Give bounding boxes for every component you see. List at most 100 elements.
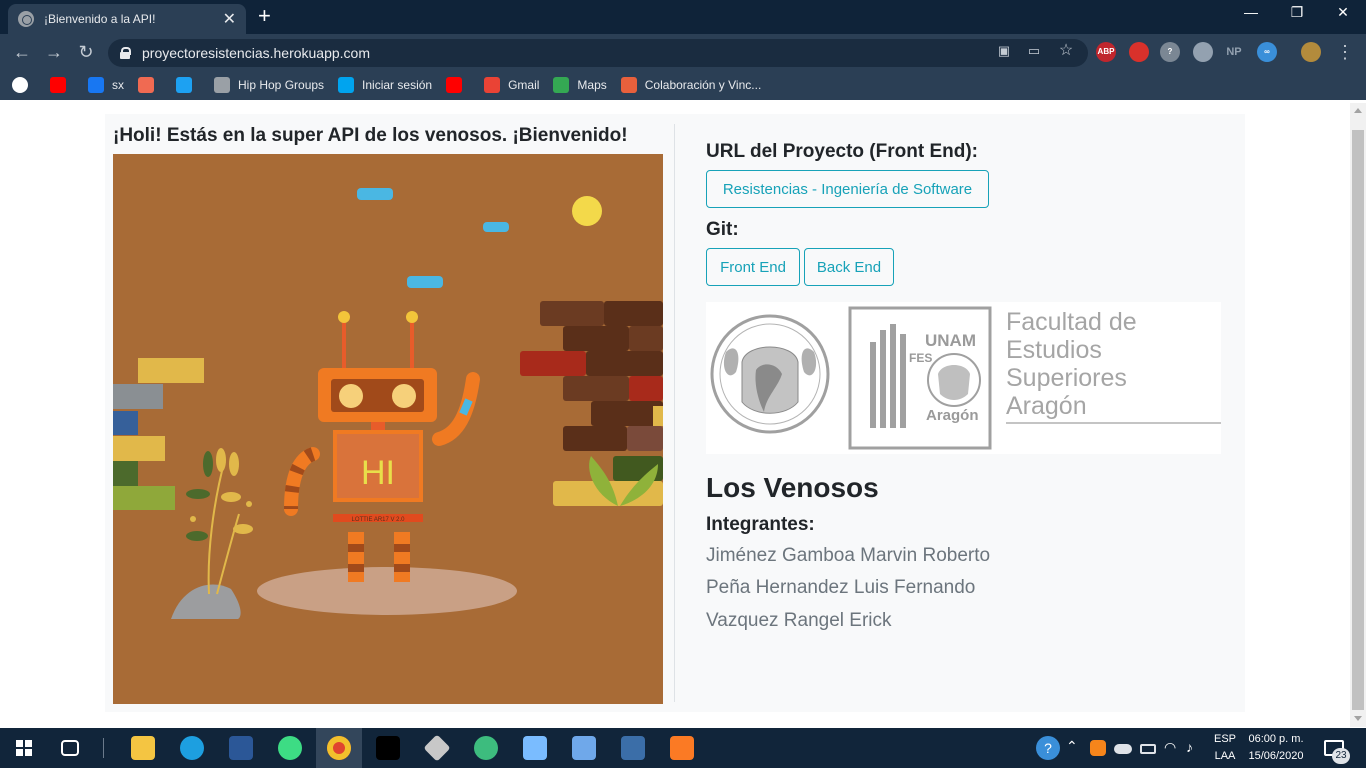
leaf-shape	[186, 531, 208, 541]
bookmark-star-icon[interactable]: ☆	[1058, 43, 1074, 59]
virtualbox-icon[interactable]	[523, 736, 547, 760]
forward-button[interactable]: →	[43, 41, 65, 63]
metamask-tray-icon[interactable]	[1090, 740, 1106, 756]
menu-icon[interactable]: ⋮	[1334, 41, 1356, 63]
column-divider	[674, 124, 675, 702]
np-extension-icon[interactable]: NP	[1224, 42, 1244, 62]
tray-chevron-icon[interactable]: ⌃	[1066, 738, 1078, 755]
brick-shape	[113, 411, 138, 435]
xampp-icon[interactable]	[670, 736, 694, 760]
bookmark-item[interactable]	[50, 77, 74, 93]
bookmark-label: Hip Hop Groups	[238, 78, 325, 92]
profile-avatar[interactable]	[1301, 42, 1321, 62]
logo-line-2: Estudios	[1006, 336, 1102, 364]
bookmark-item[interactable]: sx	[88, 77, 124, 93]
bookmark-item[interactable]	[176, 77, 200, 93]
device-icon[interactable]: ▭	[1026, 43, 1042, 59]
git-icon[interactable]	[423, 734, 451, 762]
gmail-icon	[484, 77, 501, 93]
bookmark-item[interactable]: Colaboración y Vinc...	[620, 77, 761, 93]
terminal-icon[interactable]	[376, 736, 400, 760]
cube-app-icon[interactable]	[572, 736, 596, 760]
edge-icon[interactable]	[180, 736, 204, 760]
maps-icon	[553, 77, 570, 93]
brick-shape	[113, 486, 175, 510]
twitter-icon	[176, 77, 192, 93]
battery-tray-icon[interactable]	[1140, 744, 1156, 754]
onedrive-tray-icon[interactable]	[1114, 744, 1132, 754]
help-tray-icon[interactable]: ?	[1036, 736, 1060, 760]
sun-shape	[572, 196, 602, 226]
tab-close-icon[interactable]: ✕	[223, 9, 236, 29]
back-button[interactable]: ←	[11, 41, 33, 63]
bookmark-item[interactable]: Maps	[553, 77, 607, 93]
scroll-down-icon[interactable]	[1354, 716, 1362, 721]
hand-extension-icon[interactable]	[1129, 42, 1149, 62]
robot-eye	[339, 384, 363, 408]
robot-label: HI	[361, 454, 395, 492]
address-bar[interactable]: proyectoresistencias.herokuapp.com	[108, 39, 1088, 67]
new-tab-button[interactable]: +	[258, 5, 271, 27]
bookmark-item[interactable]: Iniciar sesión	[338, 77, 432, 93]
help-extension-icon[interactable]: ?	[1160, 42, 1180, 62]
robot-leg	[348, 532, 364, 582]
back-end-button[interactable]: Back End	[804, 248, 894, 286]
scroll-thumb[interactable]	[1352, 130, 1364, 710]
url-heading: URL del Proyecto (Front End):	[706, 141, 978, 162]
logo-line-1: Facultad de	[1006, 308, 1137, 336]
scroll-up-icon[interactable]	[1354, 108, 1362, 113]
atom-icon[interactable]	[474, 736, 498, 760]
minimize-button[interactable]: —	[1228, 4, 1274, 20]
rock-shape	[171, 584, 241, 619]
brick-shape	[629, 376, 663, 401]
infinity-extension-icon[interactable]: ∞	[1257, 42, 1277, 62]
leaf-shape	[221, 492, 241, 502]
file-explorer-icon[interactable]	[131, 736, 155, 760]
wifi-tray-icon[interactable]: ◠	[1164, 739, 1176, 756]
fes-aragon-logo: FES UNAM Aragón Facultad de Estudios Sup…	[706, 302, 1221, 454]
bookmark-item[interactable]: Gmail	[484, 77, 539, 93]
close-window-button[interactable]: ✕	[1320, 4, 1366, 21]
input-language[interactable]: ESP	[1212, 733, 1238, 745]
browser-tab[interactable]: ¡Bienvenido a la API! ✕	[8, 4, 246, 34]
brick-shape	[520, 351, 586, 376]
circle-extension-icon[interactable]	[1193, 42, 1213, 62]
windows-start-icon[interactable]	[16, 740, 32, 756]
cloud-shape	[407, 276, 443, 288]
word-icon[interactable]	[229, 736, 253, 760]
volume-tray-icon[interactable]: ♪	[1186, 739, 1193, 755]
cast-blocked-icon[interactable]: ▣	[996, 43, 1012, 59]
member-name: Peña Hernandez Luis Fernando	[706, 577, 976, 598]
browser-toolbar: ← → ↻ proyectoresistencias.herokuapp.com…	[0, 34, 1366, 70]
logo-line-4: Aragón	[1006, 392, 1087, 420]
task-view-icon[interactable]	[61, 740, 79, 756]
front-end-button[interactable]: Front End	[706, 248, 800, 286]
address-url: proyectoresistencias.herokuapp.com	[142, 45, 371, 61]
robot-eye	[392, 384, 416, 408]
restore-button[interactable]: ❐	[1274, 4, 1320, 21]
bookmark-item[interactable]: Hip Hop Groups	[214, 77, 324, 93]
chrome-icon[interactable]	[327, 736, 351, 760]
brick-shape	[113, 461, 138, 486]
brick-shape	[591, 401, 663, 426]
flower-dot	[246, 501, 252, 507]
mysql-workbench-icon[interactable]	[621, 736, 645, 760]
bookmark-item[interactable]	[138, 77, 162, 93]
bookmark-item[interactable]	[446, 77, 470, 93]
reload-button[interactable]: ↻	[75, 41, 97, 63]
leaf-shape	[229, 452, 239, 476]
bookmark-item[interactable]	[12, 77, 36, 93]
brick-shape	[653, 406, 663, 426]
unam-seal	[710, 314, 830, 434]
clock-time[interactable]: 06:00 p. m.	[1244, 733, 1308, 745]
android-studio-icon[interactable]	[278, 736, 302, 760]
brick-shape	[604, 301, 663, 326]
clock-date[interactable]: 15/06/2020	[1244, 750, 1308, 762]
cloud-shape	[483, 222, 509, 232]
keyboard-layout[interactable]: LAA	[1212, 750, 1238, 762]
unam-small-shield	[938, 365, 970, 400]
leaf-shape	[186, 489, 210, 499]
adblock-icon[interactable]: ABP	[1096, 42, 1116, 62]
app-icon	[138, 77, 154, 93]
project-link-button[interactable]: Resistencias - Ingeniería de Software	[706, 170, 989, 208]
